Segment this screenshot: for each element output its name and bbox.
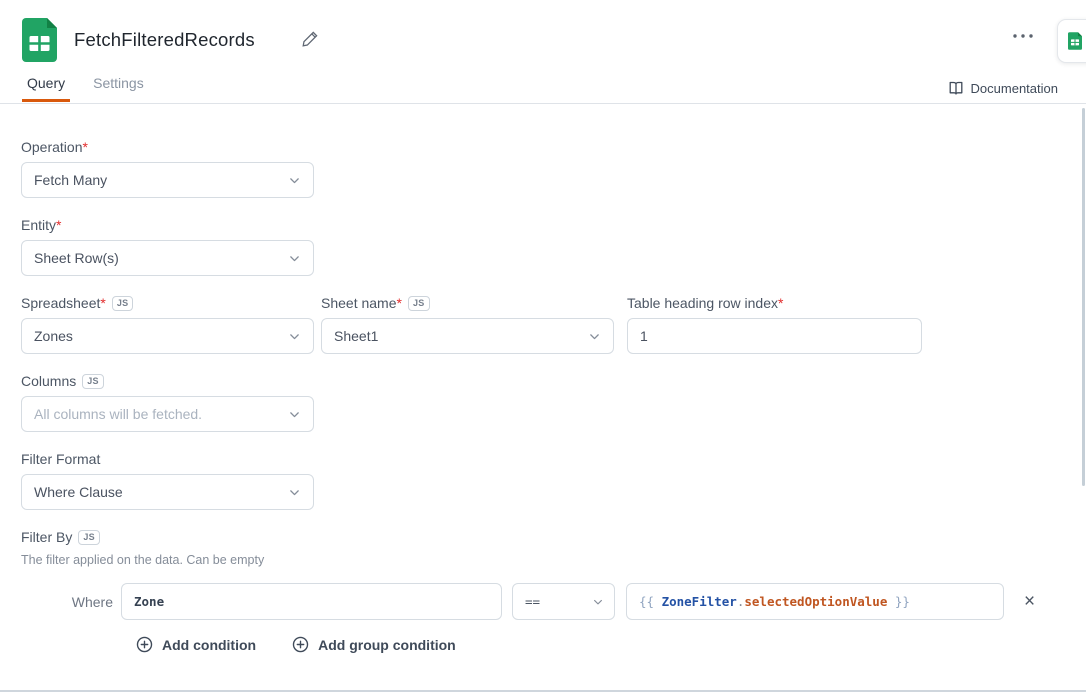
required-asterisk: * — [397, 295, 402, 311]
required-asterisk: * — [56, 217, 61, 233]
operation-value: Fetch Many — [34, 172, 107, 188]
add-condition-label: Add condition — [162, 637, 256, 653]
sheet-config-row: Spreadsheet* JS Zones Sheet name* JS She… — [21, 295, 1064, 354]
required-asterisk: * — [82, 139, 87, 155]
editor-tabbar: Query Settings Documentation — [0, 75, 1086, 104]
field-sheet-name: Sheet name* JS Sheet1 — [321, 295, 614, 354]
google-sheets-icon — [22, 18, 57, 62]
chevron-down-icon — [288, 408, 301, 421]
chevron-down-icon — [288, 252, 301, 265]
required-asterisk: * — [778, 295, 783, 311]
query-editor-page: { "header": { "title": "FetchFilteredRec… — [0, 0, 1086, 699]
filter-format-select[interactable]: Where Clause — [21, 474, 314, 510]
operator-value: == — [525, 594, 540, 609]
columns-select[interactable]: All columns will be fetched. — [21, 396, 314, 432]
documentation-link[interactable]: Documentation — [948, 80, 1058, 96]
chevron-down-icon — [588, 330, 601, 343]
condition-value-code-input[interactable]: {{ ZoneFilter.selectedOptionValue }} — [626, 583, 1004, 620]
add-group-condition-label: Add group condition — [318, 637, 456, 653]
field-filter-by: Filter By JS The filter applied on the d… — [21, 529, 1064, 653]
datasource-card[interactable] — [1057, 19, 1086, 63]
field-columns: Columns JS All columns will be fetched. — [21, 373, 1064, 432]
code-open-brace: {{ — [639, 594, 662, 609]
entity-select[interactable]: Sheet Row(s) — [21, 240, 314, 276]
add-group-condition-button[interactable]: Add group condition — [292, 636, 456, 653]
more-options-icon[interactable] — [1012, 33, 1034, 39]
operation-select[interactable]: Fetch Many — [21, 162, 314, 198]
edit-name-pencil-icon[interactable] — [301, 29, 320, 48]
js-toggle-badge[interactable]: JS — [112, 296, 134, 311]
columns-placeholder: All columns will be fetched. — [34, 406, 202, 422]
js-toggle-badge[interactable]: JS — [78, 530, 100, 545]
tab-settings[interactable]: Settings — [88, 75, 149, 101]
required-asterisk: * — [100, 295, 105, 311]
sheet-name-select[interactable]: Sheet1 — [321, 318, 614, 354]
js-toggle-badge[interactable]: JS — [82, 374, 104, 389]
field-table-heading-row-index: Table heading row index* — [627, 295, 922, 354]
filter-by-label: Filter By — [21, 529, 72, 545]
code-dot-token: . — [737, 594, 745, 609]
where-condition-row: Where == {{ ZoneFilter.selectedOptionVal… — [69, 583, 1064, 620]
chevron-down-icon — [288, 174, 301, 187]
spreadsheet-label: Spreadsheet — [21, 295, 100, 311]
vertical-scrollbar[interactable] — [1082, 108, 1085, 486]
filter-format-value: Where Clause — [34, 484, 123, 500]
filter-by-helper-text: The filter applied on the data. Can be e… — [21, 553, 1064, 567]
where-label: Where — [69, 594, 113, 610]
documentation-label: Documentation — [971, 81, 1058, 96]
spreadsheet-select[interactable]: Zones — [21, 318, 314, 354]
query-form: Operation* Fetch Many Entity* Sheet Row(… — [0, 104, 1086, 653]
chevron-down-icon — [288, 486, 301, 499]
entity-value: Sheet Row(s) — [34, 250, 119, 266]
filter-format-label: Filter Format — [21, 451, 100, 467]
tab-query[interactable]: Query — [22, 75, 70, 102]
add-condition-button[interactable]: Add condition — [136, 636, 256, 653]
field-spreadsheet: Spreadsheet* JS Zones — [21, 295, 314, 354]
query-header: FetchFilteredRecords — [0, 0, 1086, 62]
plus-circle-icon — [292, 636, 309, 653]
condition-actions: Add condition Add group condition — [136, 636, 1064, 653]
field-filter-format: Filter Format Where Clause — [21, 451, 1064, 510]
query-name[interactable]: FetchFilteredRecords — [74, 29, 255, 51]
sheet-name-value: Sheet1 — [334, 328, 378, 344]
table-heading-row-index-label: Table heading row index — [627, 295, 778, 311]
code-object-token: ZoneFilter — [662, 594, 737, 609]
remove-condition-button[interactable]: × — [1024, 592, 1035, 611]
operation-label: Operation — [21, 139, 82, 155]
chevron-down-icon — [592, 596, 604, 608]
chevron-down-icon — [288, 330, 301, 343]
entity-label: Entity — [21, 217, 56, 233]
condition-operator-select[interactable]: == — [512, 583, 615, 620]
table-heading-row-index-input[interactable] — [627, 318, 922, 354]
field-operation: Operation* Fetch Many — [21, 139, 1064, 198]
columns-label: Columns — [21, 373, 76, 389]
google-sheets-mini-icon — [1068, 32, 1082, 50]
sheet-name-label: Sheet name — [321, 295, 397, 311]
book-icon — [948, 80, 964, 96]
code-close-brace: }} — [887, 594, 910, 609]
bottom-divider — [0, 690, 1086, 692]
js-toggle-badge[interactable]: JS — [408, 296, 430, 311]
condition-key-input[interactable] — [121, 583, 502, 620]
field-entity: Entity* Sheet Row(s) — [21, 217, 1064, 276]
plus-circle-icon — [136, 636, 153, 653]
spreadsheet-value: Zones — [34, 328, 73, 344]
code-property-token: selectedOptionValue — [744, 594, 887, 609]
